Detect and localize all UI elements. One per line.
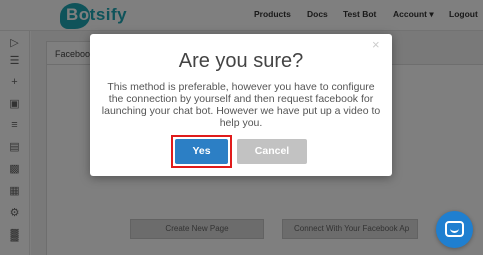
yes-button[interactable]: Yes xyxy=(175,139,228,164)
dialog-message: This method is preferable, however you h… xyxy=(101,81,381,129)
chat-bubble-icon xyxy=(445,221,464,237)
confirm-dialog: × Are you sure? This method is preferabl… xyxy=(90,34,392,176)
cancel-button[interactable]: Cancel xyxy=(237,139,307,164)
chat-widget-button[interactable] xyxy=(436,211,473,248)
dialog-title: Are you sure? xyxy=(178,50,304,72)
